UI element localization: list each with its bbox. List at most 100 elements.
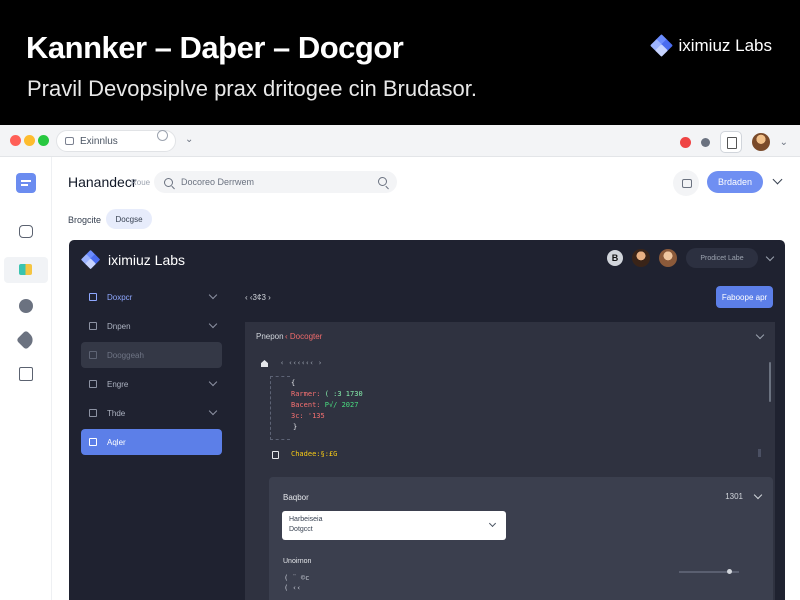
rail-user-icon[interactable] <box>19 299 33 313</box>
rail-folder-icon[interactable] <box>19 225 33 238</box>
sub-panel-count: 1301 <box>725 492 743 501</box>
code-close-brace: } <box>293 423 298 431</box>
nav-item-label: Dooggeah <box>107 350 144 360</box>
collapse-handle[interactable] <box>758 449 761 457</box>
nav-item-doxpcr[interactable]: Doxpcr <box>81 284 222 310</box>
search-submit-icon[interactable] <box>378 177 387 186</box>
list-icon <box>89 322 97 330</box>
user-avatar[interactable] <box>659 249 677 267</box>
chevron-down-icon <box>208 290 218 300</box>
code-line: Rarmer: ( :3 1730 <box>291 390 363 398</box>
code-block: { Rarmer: ( :3 1730 Bacent: P√/ 2027 3c:… <box>291 378 363 433</box>
sub-panel-label: Unoirnon <box>283 558 312 565</box>
messages-icon-button[interactable] <box>673 170 699 196</box>
tab-title: Exinnlus <box>80 135 118 147</box>
sub-panel-chevron-icon[interactable] <box>753 490 763 500</box>
promo-banner: Kannker – Daþer – Docgor Pravil Devopsip… <box>0 0 800 125</box>
user-initial-avatar[interactable]: B <box>607 250 623 266</box>
path-breadcrumb[interactable]: ‹ ‹‹‹‹‹‹ › <box>280 359 322 367</box>
panel-title: Pnepon <box>256 332 284 341</box>
code-line: Bacent: P√/ 2027 <box>291 401 359 409</box>
file-icon <box>272 451 279 459</box>
tab-close-icon[interactable] <box>157 130 168 141</box>
code-bracket-guide <box>270 376 290 440</box>
search-placeholder: Docoreo Derrwem <box>181 177 255 187</box>
primary-action-button[interactable]: Brdaden <box>707 171 763 193</box>
embedded-brand-name: iximiuz Labs <box>108 252 186 268</box>
code-line: 3c: '135 <box>291 412 325 420</box>
nav-item-engre[interactable]: Engre <box>81 371 222 397</box>
rail-home-icon[interactable] <box>16 173 36 193</box>
option-select[interactable]: Harbeiseia Dotgcct <box>282 511 506 540</box>
code-line: ( ¨ ©c <box>284 574 310 582</box>
nav-item-aqler[interactable]: Aqler <box>81 429 222 455</box>
chevron-down-icon <box>208 406 218 416</box>
brand-logo-icon <box>650 34 674 57</box>
select-value-line: Dotgcct <box>289 526 313 533</box>
code-line: ( ‹‹ <box>284 584 301 592</box>
chevron-down-icon <box>208 319 218 329</box>
embedded-brand: iximiuz Labs <box>80 249 186 270</box>
nav-item-label: Dnpen <box>107 321 131 331</box>
doc-icon <box>89 293 97 301</box>
scrollbar-thumb[interactable] <box>769 362 771 402</box>
breadcrumb-pill[interactable]: Docgse <box>106 209 152 229</box>
account-chevron-down-icon[interactable] <box>772 174 783 185</box>
code-open-brace: { <box>291 379 296 387</box>
extension-icon[interactable] <box>700 137 710 147</box>
chevron-down-icon <box>208 377 218 387</box>
brand-logo-icon <box>80 249 101 270</box>
banner-subtitle: Pravil Devopsiplve prax dritogee cin Bru… <box>27 76 478 101</box>
window-minimize-button[interactable] <box>24 135 35 146</box>
slider-handle[interactable] <box>727 569 732 574</box>
app-sidebar-rail <box>0 157 52 600</box>
search-input[interactable]: Docoreo Derrwem <box>154 171 397 193</box>
page-title: Hanandecr <box>68 174 137 190</box>
select-value-line: Harbeiseia <box>289 516 323 523</box>
sub-panel-title: Baqbor <box>283 493 309 502</box>
page-title-tag: Roue <box>131 178 151 187</box>
search-icon <box>164 177 173 187</box>
folder-icon <box>89 409 97 417</box>
browser-profile-avatar[interactable] <box>751 133 770 151</box>
home-icon[interactable] <box>261 360 268 367</box>
plan-chevron-down-icon[interactable] <box>765 252 775 261</box>
back-link[interactable]: ‹ ‹3¢3 › <box>245 293 271 302</box>
window-close-button[interactable] <box>10 135 21 146</box>
tab-page-icon <box>65 137 74 145</box>
embedded-nav: Doxpcr Dnpen Dooggeah Engre Thde Aqler <box>81 284 222 458</box>
rail-apps-icon[interactable] <box>4 257 48 283</box>
grid-icon <box>89 438 97 446</box>
nav-item-label: Doxpcr <box>107 292 133 302</box>
browser-toolbar: Exinnlus ⌄ ⌄ <box>0 125 800 157</box>
extension-heart-icon[interactable] <box>679 136 691 148</box>
nav-item-thde[interactable]: Thde <box>81 400 222 426</box>
settings-sub-panel: Baqbor 1301 Harbeiseia Dotgcct Unoirnon … <box>269 477 773 600</box>
nav-item-dnpen[interactable]: Dnpen <box>81 313 222 339</box>
nav-item-dooggeah[interactable]: Dooggeah <box>81 342 222 368</box>
browser-menu-chevron-icon[interactable]: ⌄ <box>780 137 788 148</box>
rail-tag-icon[interactable] <box>16 330 36 350</box>
sub-panel-code: ( ¨ ©c ( ‹‹ <box>284 573 309 593</box>
embedded-app-window: iximiuz Labs B Prodicet Labe Doxpcr Dnpe… <box>69 240 785 600</box>
nav-item-label: Engre <box>107 379 129 389</box>
nav-item-label: Aqler <box>107 437 126 447</box>
nav-item-label: Thde <box>107 408 126 418</box>
file-name[interactable]: Chadee:§:£G <box>291 450 337 458</box>
engine-icon <box>89 380 97 388</box>
copy-icon-button[interactable] <box>719 131 742 153</box>
panel-breadcrumb[interactable]: ‹ Docogter <box>285 332 322 341</box>
users-icon <box>89 351 97 359</box>
window-maximize-button[interactable] <box>38 135 49 146</box>
rail-chart-icon[interactable] <box>19 367 33 381</box>
brand-name: iximiuz Labs <box>678 36 772 55</box>
breadcrumb[interactable]: Brogcite <box>68 215 101 225</box>
tab-list-chevron-icon[interactable]: ⌄ <box>185 134 193 145</box>
user-avatar[interactable] <box>632 249 650 267</box>
content-panel: Pnepon ‹ Docogter ‹ ‹‹‹‹‹‹ › { Rarmer: (… <box>245 322 775 600</box>
brand-logo: iximiuz Labs <box>650 34 772 57</box>
plan-badge[interactable]: Prodicet Labe <box>686 248 758 268</box>
banner-title: Kannker – Daþer – Docgor <box>26 30 404 65</box>
cta-button[interactable]: Faboope apr <box>716 286 773 308</box>
panel-collapse-chevron-icon[interactable] <box>755 330 765 340</box>
